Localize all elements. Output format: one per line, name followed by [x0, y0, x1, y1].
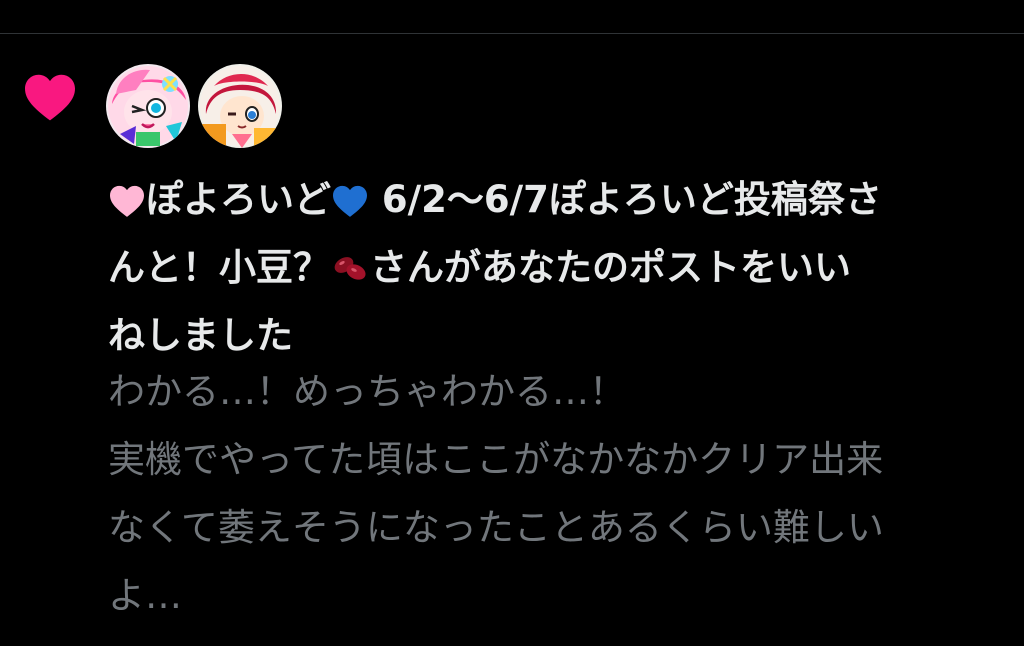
post-line-4: よ… [108, 574, 182, 617]
user2-name[interactable]: んと！小豆？ [108, 246, 330, 289]
post-line-2: 実機でやってた頃はここがなかなかクリア出来 [108, 438, 884, 481]
notification-action-text: さんがあなたのポストをいい [370, 246, 851, 289]
notification-line-2: んと！小豆？ さんがあなたのポストをいい [108, 234, 998, 302]
avatar-group [106, 64, 282, 148]
heart-icon [25, 74, 75, 121]
post-line-1: わかる…！めっちゃわかる…！ [108, 370, 626, 413]
top-divider [0, 33, 1024, 34]
avatar-red-hair-character[interactable] [198, 64, 282, 148]
notification-text: ぽよろいど 6/2〜6/7ぽよろいど投稿祭さ んと！小豆？ さんがあなたのポストを… [108, 166, 998, 370]
notification-line-1: ぽよろいど 6/2〜6/7ぽよろいど投稿祭さ [108, 166, 998, 234]
post-line-3: なくて萎えそうになったことあるくらい難しい [108, 506, 884, 549]
pink-heart-icon [110, 185, 144, 217]
blue-heart-icon [333, 185, 367, 217]
liked-post-text[interactable]: わかる…！めっちゃわかる…！ 実機でやってた頃はここがなかなかクリア出来 なくて… [108, 358, 1008, 630]
beans-icon [334, 257, 366, 280]
user1-name-suffix[interactable]: 6/2〜6/7ぽよろいど投稿祭さ [369, 178, 882, 221]
avatar-pink-character[interactable] [106, 64, 190, 148]
user1-name-prefix[interactable]: ぽよろいど [146, 178, 331, 221]
